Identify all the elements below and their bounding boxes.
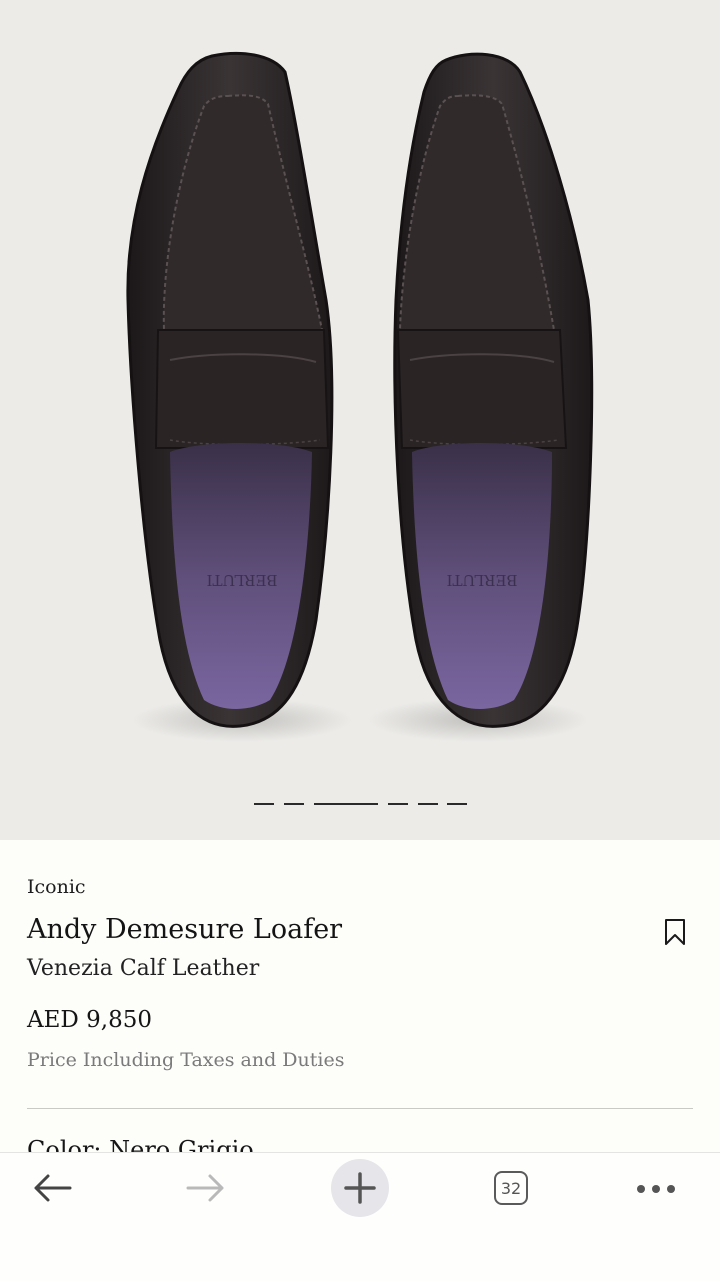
carousel-dot[interactable] <box>254 803 274 805</box>
right-shoe: BERLUTI <box>368 52 594 742</box>
bookmark-icon[interactable] <box>664 918 686 946</box>
tab-count: 32 <box>500 1178 522 1198</box>
loafers-image: BERLUTI BERLUTI <box>126 51 594 742</box>
browser-toolbar: 32 <box>0 1152 720 1281</box>
carousel-dot[interactable] <box>447 803 467 805</box>
back-arrow-icon[interactable] <box>32 1173 72 1203</box>
carousel-dot-active[interactable] <box>314 803 378 805</box>
carousel-indicator[interactable] <box>0 803 720 807</box>
product-price: AED 9,850 <box>27 1007 152 1033</box>
carousel-dot[interactable] <box>388 803 408 805</box>
insole-logo: BERLUTI <box>206 571 277 589</box>
carousel-dot[interactable] <box>418 803 438 805</box>
new-tab-button[interactable] <box>331 1159 389 1217</box>
divider <box>27 1108 693 1109</box>
carousel-dot[interactable] <box>284 803 304 805</box>
product-name: Andy Demesure Loafer <box>27 914 343 945</box>
product-material: Venezia Calf Leather <box>27 956 260 981</box>
left-shoe: BERLUTI <box>126 51 352 742</box>
more-icon[interactable] <box>636 1181 676 1195</box>
tabs-icon[interactable]: 32 <box>494 1171 528 1205</box>
insole-logo: BERLUTI <box>446 571 517 589</box>
plus-icon <box>344 1172 376 1204</box>
product-collection: Iconic <box>27 876 86 898</box>
forward-arrow-icon[interactable] <box>186 1173 226 1203</box>
product-image-gallery[interactable]: BERLUTI BERLUTI <box>0 0 720 840</box>
price-note: Price Including Taxes and Duties <box>27 1049 345 1071</box>
